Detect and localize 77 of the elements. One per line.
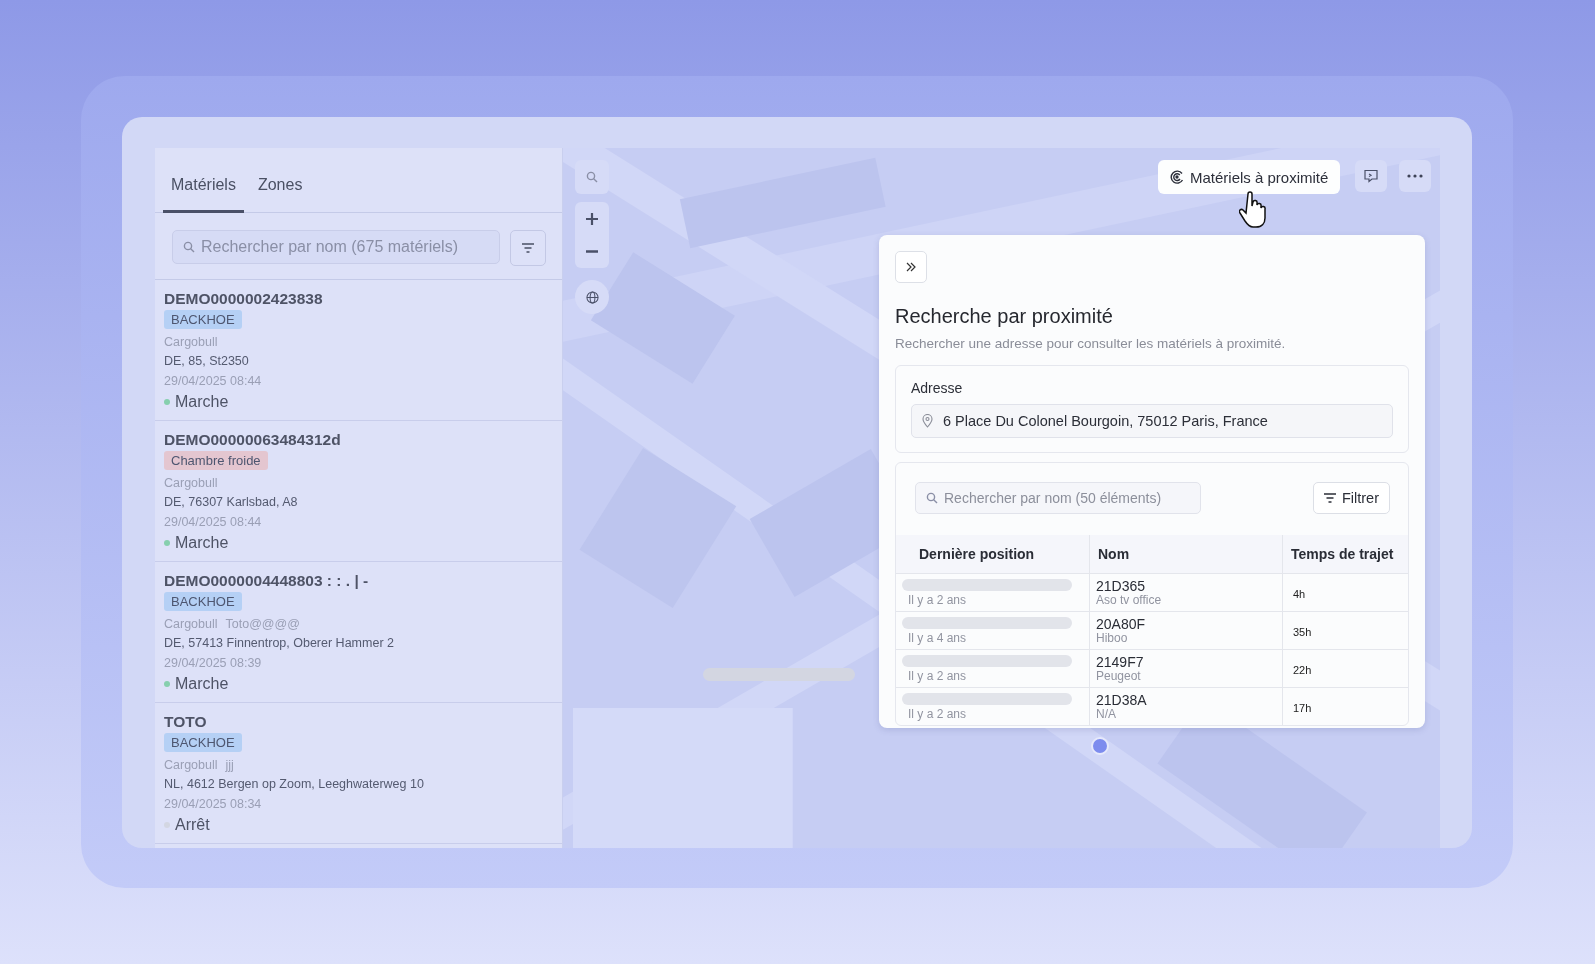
search-icon: [183, 241, 195, 253]
status-label: Marche: [175, 675, 229, 693]
status-label: Marche: [175, 393, 229, 411]
collapse-button[interactable]: [895, 251, 927, 283]
address-text: DE, 85, St2350: [164, 353, 249, 370]
table-cell-text: Il y a 4 ans: [907, 630, 968, 645]
table-cell-text: Il y a 2 ans: [907, 706, 968, 721]
more-button[interactable]: [1399, 160, 1431, 192]
panel-subtitle: Rechercher une adresse pour consulter les matériels à proximité.: [895, 336, 1287, 351]
field-label: Adresse: [911, 380, 964, 396]
timestamp: 29/04/2025 08:34: [164, 796, 262, 813]
equipment-name: DEMO0000004448803 : : . | -: [164, 572, 369, 590]
filter-icon: [522, 243, 534, 253]
table-cell-text: 2149F7: [1096, 654, 1145, 670]
address-text: DE, 76307 Karlsbad, A8: [164, 494, 298, 511]
equipment-item[interactable]: TOTO BACKHOE Cargobull jjj NL, 4612 Bergen op Zoom, Leeghwaterweg 10 29/04/2025 08:34 Arrêt: [155, 703, 562, 844]
nearby-button[interactable]: Matériels à proximité: [1158, 160, 1341, 194]
owner-label: Toto@@@@: [225, 616, 300, 633]
equipment-name: DEMO0000002423838: [164, 290, 323, 308]
column-header: Temps de trajet: [1282, 535, 1408, 574]
search-field[interactable]: Rechercher par nom (50 éléments): [915, 482, 1201, 514]
timestamp: 29/04/2025 08:44: [164, 514, 262, 531]
category-tag: BACKHOE: [164, 310, 242, 329]
tab[interactable]: Matériels: [163, 172, 244, 213]
table-cell-text: Il y a 2 ans: [907, 592, 968, 607]
table-cell-text: 21D38A: [1096, 692, 1148, 708]
filter-button[interactable]: Filtrer: [1312, 482, 1390, 514]
search-icon: [586, 171, 598, 183]
category-tag: Chambre froide: [164, 451, 268, 470]
owner-label: jjj: [225, 757, 234, 774]
panel-title: Recherche par proximité: [895, 305, 1114, 328]
status-label: Marche: [175, 534, 229, 552]
table-cell-text: 21D365: [1096, 578, 1147, 594]
more-icon: [1407, 174, 1423, 178]
brand-label: Cargobull: [164, 334, 218, 351]
plus-icon: [586, 212, 598, 225]
equipment-item[interactable]: DEMO00000063484312d Chambre froide Cargobull DE, 76307 Karlsbad, A8 29/04/2025 08:44 Marche: [155, 421, 562, 562]
table-cell-text: 35h: [1292, 625, 1312, 638]
tab[interactable]: Zones: [249, 172, 311, 213]
globe-icon: [585, 290, 599, 304]
address-text: DE, 57413 Finnentrop, Oberer Hammer 2: [164, 635, 394, 652]
double-chevron-icon: [906, 262, 916, 272]
brand-label: Cargobull: [164, 616, 218, 633]
hand-cursor-icon: [1239, 191, 1269, 229]
filter-button[interactable]: [510, 230, 546, 266]
timestamp: 29/04/2025 08:44: [164, 373, 262, 390]
pin-icon: [922, 414, 933, 428]
search-icon: [926, 492, 938, 504]
address-text: NL, 4612 Bergen op Zoom, Leeghwaterweg 10: [164, 776, 424, 793]
status-label: Arrêt: [175, 816, 210, 834]
search-field[interactable]: Rechercher par nom (675 matériels): [172, 230, 500, 264]
table-cell-text: Il y a 2 ans: [907, 668, 968, 683]
category-tag: BACKHOE: [164, 592, 242, 611]
radar-icon: [1170, 170, 1184, 184]
filter-icon: [1323, 493, 1336, 503]
equipment-name: DEMO00000063484312d: [164, 431, 341, 449]
column-header: Nom: [1089, 535, 1283, 574]
table-cell-text: Aso tv office: [1096, 593, 1163, 607]
table-cell-text: 20A80F: [1096, 616, 1147, 632]
brand-label: Cargobull: [164, 475, 218, 492]
table-cell-text: 4h: [1292, 587, 1306, 600]
table-cell-text: Hiboo: [1096, 631, 1129, 645]
table-cell-text: Peugeot: [1096, 669, 1142, 683]
minus-icon: [586, 250, 598, 253]
chat-button[interactable]: [1355, 160, 1387, 192]
column-header: Dernière position: [896, 535, 1090, 574]
table-cell-text: 22h: [1292, 663, 1312, 676]
message-icon: [1364, 169, 1378, 183]
brand-label: Cargobull: [164, 757, 218, 774]
equipment-item[interactable]: DEMO0000004448803 : : . | - BACKHOE Cargobull Toto@@@@ DE, 57413 Finnentrop, Oberer Hammer 2 29/04/2025 08:39 Marche: [155, 562, 562, 703]
table-cell-text: N/A: [1096, 707, 1117, 721]
address-field[interactable]: 6 Place Du Colonel Bourgoin, 75012 Paris, France: [911, 404, 1393, 438]
table-cell-text: 17h: [1292, 701, 1312, 714]
equipment-item[interactable]: DEMO0000002423838 BACKHOE Cargobull DE, 85, St2350 29/04/2025 08:44 Marche: [155, 280, 562, 421]
equipment-name: TOTO: [164, 713, 207, 731]
category-tag: BACKHOE: [164, 733, 242, 752]
timestamp: 29/04/2025 08:39: [164, 655, 262, 672]
